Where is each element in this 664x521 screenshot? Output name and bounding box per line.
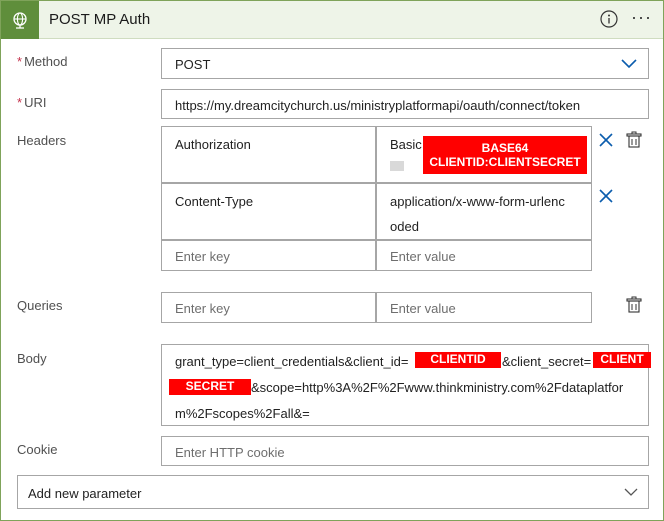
redacted-clientid: CLIENTID: [415, 352, 501, 368]
header-value-input[interactable]: Enter value: [376, 240, 592, 271]
add-new-parameter-label: Add new parameter: [28, 486, 142, 501]
more-options-icon[interactable]: ···: [631, 7, 652, 28]
remove-header-icon[interactable]: [598, 188, 614, 204]
uri-label: * URI: [17, 95, 46, 110]
method-label-text: Method: [24, 54, 68, 69]
method-label: * Method: [17, 54, 67, 69]
trash-icon[interactable]: [626, 296, 642, 314]
header-value-input[interactable]: application/x-www-form-urlenc oded: [376, 183, 592, 240]
redaction-box: BASE64 CLIENTID:CLIENTSECRET: [423, 136, 587, 174]
blurred-text: [390, 161, 404, 171]
globe-icon: [1, 1, 39, 39]
add-new-parameter-dropdown[interactable]: Add new parameter: [17, 475, 649, 509]
action-title: POST MP Auth: [49, 11, 151, 28]
header-value-line: oded: [390, 219, 419, 234]
body-input[interactable]: grant_type=client_credentials&client_id=…: [161, 344, 651, 426]
cookie-label: Cookie: [17, 442, 58, 457]
redacted-client: CLIENT: [593, 352, 651, 368]
uri-value: https://my.dreamcitychurch.us/ministrypl…: [175, 98, 581, 113]
body-line: &client_secret=: [502, 354, 592, 369]
uri-label-text: URI: [24, 95, 47, 110]
remove-header-icon[interactable]: [598, 132, 614, 148]
required-mark: *: [17, 95, 23, 110]
header-key-authorization: Authorization: [175, 137, 251, 152]
body-line: grant_type=client_credentials&client_id=: [175, 354, 409, 369]
action-card: POST MP Auth ··· * Method POST * URI https…: [0, 0, 664, 521]
cookie-input[interactable]: Enter HTTP cookie: [161, 436, 649, 466]
query-key-placeholder: Enter key: [175, 301, 230, 316]
header-key-placeholder: Enter key: [175, 249, 230, 264]
redaction-line: CLIENTID:CLIENTSECRET: [429, 155, 581, 169]
method-value: POST: [175, 57, 211, 72]
action-header[interactable]: POST MP Auth ···: [1, 1, 663, 39]
info-icon[interactable]: [600, 10, 618, 28]
uri-input[interactable]: https://my.dreamcitychurch.us/ministrypl…: [161, 89, 649, 119]
header-key-content-type: Content-Type: [175, 194, 254, 209]
header-value-placeholder: Enter value: [390, 249, 456, 264]
required-mark: *: [17, 54, 23, 69]
header-key-input[interactable]: Authorization: [161, 126, 376, 183]
queries-label: Queries: [17, 298, 63, 313]
query-key-input[interactable]: Enter key: [161, 292, 376, 323]
header-key-input[interactable]: Content-Type: [161, 183, 376, 240]
trash-icon[interactable]: [626, 131, 642, 149]
redacted-secret: SECRET: [169, 379, 251, 395]
chevron-down-icon: [621, 59, 637, 69]
query-value-input[interactable]: Enter value: [376, 292, 592, 323]
header-value-line: application/x-www-form-urlenc: [390, 194, 565, 209]
chevron-down-icon: [624, 488, 638, 496]
body-label: Body: [17, 351, 47, 366]
query-value-placeholder: Enter value: [390, 301, 456, 316]
method-select[interactable]: POST: [161, 48, 649, 79]
header-key-input[interactable]: Enter key: [161, 240, 376, 271]
body-line: m%2Fscopes%2Fall&=: [175, 406, 310, 421]
redaction-line: BASE64: [481, 141, 529, 155]
body-line: &scope=http%3A%2F%2Fwww.thinkministry.co…: [251, 380, 624, 395]
cookie-placeholder: Enter HTTP cookie: [175, 445, 285, 460]
header-value-basic: Basic: [390, 137, 422, 152]
headers-label: Headers: [17, 133, 67, 148]
